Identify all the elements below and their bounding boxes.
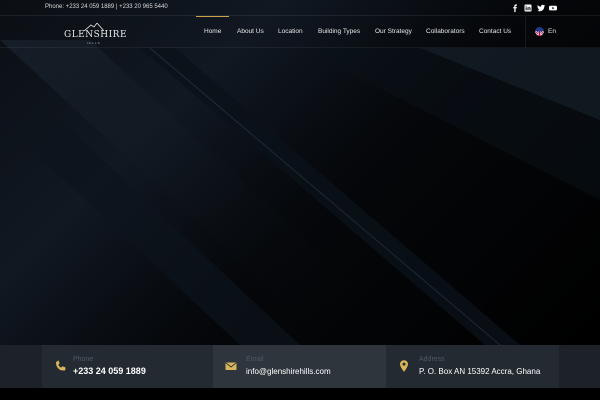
facebook-icon[interactable]	[510, 3, 520, 13]
hero-banner	[0, 0, 600, 345]
nav-active-indicator	[196, 16, 229, 17]
contact-email-box: Email info@glenshirehills.com	[213, 345, 386, 388]
phone-icon	[54, 359, 68, 373]
uk-flag-icon	[535, 27, 544, 36]
address-label: Address	[419, 356, 445, 363]
nav-item-about-us[interactable]: About Us	[237, 28, 264, 35]
contact-address-box: Address P. O. Box AN 15392 Accra, Ghana	[386, 345, 559, 388]
email-label: Email	[246, 356, 264, 363]
nav-item-collaborators[interactable]: Collaborators	[426, 28, 465, 35]
email-value[interactable]: info@glenshirehills.com	[246, 367, 331, 376]
main-navigation: GLENSHIRE HILLS Home About Us Location B…	[0, 16, 600, 48]
phone-label: Phone	[73, 356, 94, 363]
logo-subtitle: HILLS	[87, 41, 101, 45]
language-label: En	[548, 28, 556, 35]
email-icon	[224, 359, 238, 373]
nav-item-contact-us[interactable]: Contact Us	[479, 28, 511, 35]
nav-item-location[interactable]: Location	[278, 28, 303, 35]
topbar-phone-numbers: Phone: +233 24 059 1889 | +233 20 965 54…	[45, 4, 168, 10]
address-value: P. O. Box AN 15392 Accra, Ghana	[419, 367, 541, 376]
nav-item-building-types[interactable]: Building Types	[318, 28, 360, 35]
strip-bottom-edge	[0, 388, 600, 400]
twitter-icon[interactable]	[536, 3, 546, 13]
top-bar: Phone: +233 24 059 1889 | +233 20 965 54…	[0, 0, 600, 16]
hero-background-streaks	[0, 40, 600, 345]
glenshire-hills-logo[interactable]: GLENSHIRE HILLS	[64, 23, 128, 48]
contact-info-strip: Phone +233 24 059 1889 Email info@glensh…	[0, 345, 600, 400]
contact-phone-box: Phone +233 24 059 1889	[42, 345, 213, 388]
location-pin-icon	[397, 359, 411, 373]
nav-divider	[525, 16, 526, 48]
linkedin-icon[interactable]	[523, 3, 533, 13]
youtube-icon[interactable]	[548, 3, 558, 13]
logo-name: GLENSHIRE	[64, 30, 128, 40]
nav-item-home[interactable]: Home	[204, 28, 221, 35]
phone-value[interactable]: +233 24 059 1889	[73, 366, 146, 376]
nav-item-our-strategy[interactable]: Our Strategy	[375, 28, 412, 35]
